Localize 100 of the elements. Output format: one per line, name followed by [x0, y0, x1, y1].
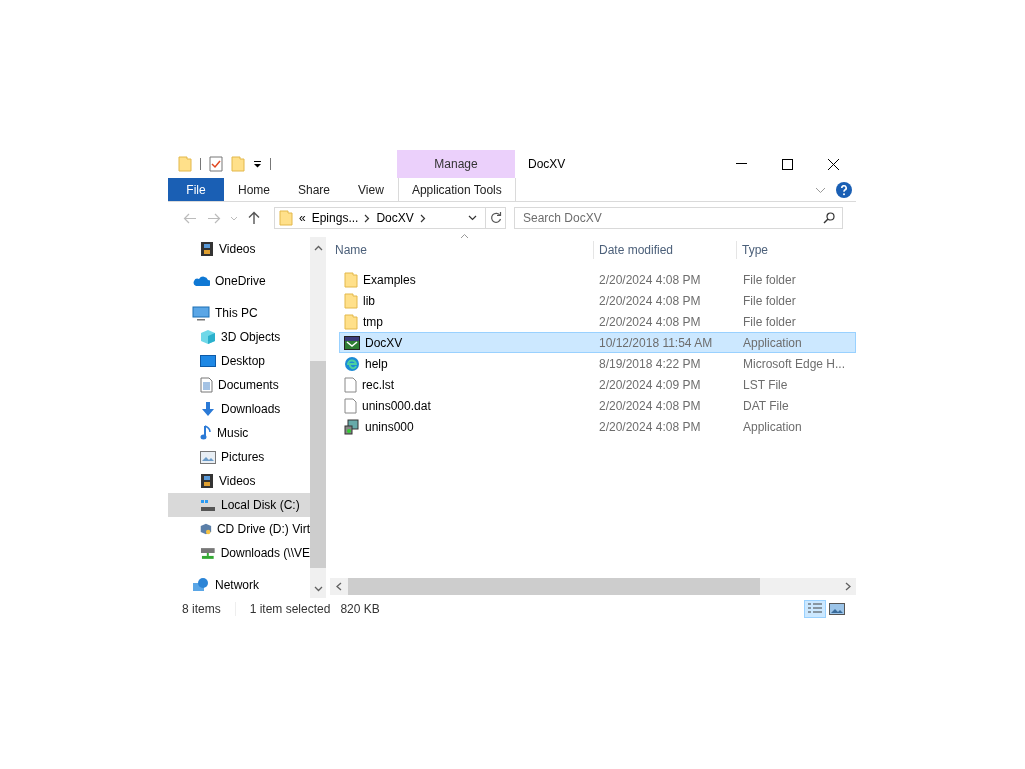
film-icon [200, 473, 214, 489]
file-type: Application [743, 335, 802, 350]
horizontal-scrollbar[interactable] [330, 578, 856, 595]
browser-icon [344, 355, 360, 372]
file-type: Microsoft Edge H... [743, 356, 846, 371]
details-view-icon [807, 601, 823, 616]
caret-down-icon[interactable] [253, 160, 262, 168]
sidebar-item[interactable]: Documents [168, 373, 310, 397]
file-name: rec.lst [362, 376, 394, 394]
date-modified: 10/12/2018 11:54 AM [599, 335, 713, 350]
document-icon [200, 377, 213, 393]
chevron-down-icon [815, 186, 826, 194]
file-row[interactable]: unins000.dat 2/20/2024 4:08 PM DAT File [339, 395, 856, 416]
cloud-icon [192, 275, 210, 287]
file-icon [344, 397, 357, 414]
date-modified: 2/20/2024 4:08 PM [599, 398, 701, 413]
cube-icon [200, 329, 216, 345]
sidebar-item[interactable]: Local Disk (C:) [168, 493, 310, 517]
date-modified: 2/20/2024 4:08 PM [599, 272, 701, 287]
sidebar-item[interactable]: 3D Objects [168, 325, 310, 349]
scroll-right-icon[interactable] [843, 582, 852, 591]
globe-icon [192, 577, 210, 593]
breadcrumb[interactable]: Epings... [311, 209, 359, 227]
sidebar-item[interactable]: Music [168, 421, 310, 445]
folder-icon [344, 292, 358, 309]
address-bar[interactable]: « Epings... DocXV [274, 207, 506, 229]
music-note-icon [200, 425, 212, 441]
date-modified: 2/20/2024 4:08 PM [599, 419, 701, 434]
picture-icon [200, 450, 216, 464]
overflow-chevron[interactable]: « [299, 209, 306, 227]
search-icon [823, 212, 835, 224]
file-name: help [365, 355, 388, 373]
sidebar-item[interactable]: This PC [168, 301, 310, 325]
ribbon-tab[interactable]: Share [284, 178, 345, 201]
scroll-left-icon[interactable] [335, 582, 344, 591]
date-modified: 2/20/2024 4:09 PM [599, 377, 701, 392]
file-name: unins000.dat [362, 397, 431, 415]
checklist-icon[interactable] [209, 156, 223, 172]
sidebar-item[interactable]: Downloads (\\VE [168, 541, 310, 565]
down-arrow-icon [200, 401, 216, 417]
file-row[interactable]: rec.lst 2/20/2024 4:09 PM LST File [339, 374, 856, 395]
minimize-icon [735, 163, 747, 165]
file-name: Examples [363, 271, 416, 289]
drive-icon [200, 498, 216, 512]
scrollbar[interactable] [310, 237, 326, 598]
monitor-icon [192, 305, 210, 321]
folder-icon [279, 210, 293, 226]
scroll-up-icon[interactable] [313, 245, 323, 251]
file-type: File folder [743, 314, 796, 329]
context-tab-header: Manage [397, 150, 515, 178]
sidebar-item[interactable]: OneDrive [168, 269, 310, 293]
column-header[interactable]: Name [330, 241, 593, 259]
network-drive-icon [200, 546, 216, 560]
window-title: DocXV [528, 156, 566, 173]
film-icon [200, 241, 214, 257]
app-window-icon [344, 335, 360, 350]
file-type: LST File [743, 377, 788, 392]
column-header[interactable]: Type [736, 241, 856, 259]
sidebar-item[interactable]: Network [168, 573, 310, 597]
file-name: tmp [363, 313, 383, 331]
sort-caret-icon [460, 233, 469, 239]
sidebar-item[interactable]: Downloads [168, 397, 310, 421]
installer-icon [344, 418, 360, 435]
forward-arrow-icon [207, 212, 221, 224]
folder-icon [344, 313, 358, 330]
file-row[interactable]: lib 2/20/2024 4:08 PM File folder [339, 290, 856, 311]
item-count: 8 items [182, 600, 221, 618]
selection-size: 820 KB [340, 600, 380, 618]
date-modified: 8/19/2018 4:22 PM [599, 356, 701, 371]
file-name: unins000 [365, 418, 414, 436]
date-modified: 2/20/2024 4:08 PM [599, 293, 701, 308]
file-menu-button[interactable]: File [168, 178, 224, 201]
maximize-icon [781, 158, 793, 170]
file-row[interactable]: DocXV 10/12/2018 11:54 AM Application [339, 332, 856, 353]
file-row[interactable]: help 8/19/2018 4:22 PM Microsoft Edge H... [339, 353, 856, 374]
sidebar-item[interactable]: Videos [168, 237, 310, 261]
file-icon [344, 376, 357, 393]
sidebar-item[interactable]: CD Drive (D:) Virt [168, 517, 310, 541]
ribbon-tab[interactable]: Home [224, 178, 284, 201]
file-type: File folder [743, 272, 796, 287]
sidebar-item[interactable]: Desktop [168, 349, 310, 373]
back-arrow-icon [183, 212, 197, 224]
date-modified: 2/20/2024 4:08 PM [599, 314, 701, 329]
sidebar-item[interactable]: Videos [168, 469, 310, 493]
file-name: lib [363, 292, 375, 310]
close-icon [827, 158, 839, 170]
file-row[interactable]: unins000 2/20/2024 4:08 PM Application [339, 416, 856, 437]
file-type: File folder [743, 293, 796, 308]
sidebar-item[interactable]: Pictures [168, 445, 310, 469]
desktop-icon [200, 354, 216, 368]
file-row[interactable]: tmp 2/20/2024 4:08 PM File folder [339, 311, 856, 332]
search-field[interactable]: Search DocXV [514, 207, 843, 229]
file-type: Application [743, 419, 802, 434]
file-name: DocXV [365, 334, 403, 352]
breadcrumb[interactable]: DocXV [376, 209, 414, 227]
chevron-right-icon [419, 213, 426, 223]
ribbon-tab[interactable]: View [344, 178, 398, 201]
scroll-down-icon[interactable] [313, 586, 323, 592]
file-row[interactable]: Examples 2/20/2024 4:08 PM File folder [339, 269, 856, 290]
column-header[interactable]: Date modified [593, 241, 736, 259]
